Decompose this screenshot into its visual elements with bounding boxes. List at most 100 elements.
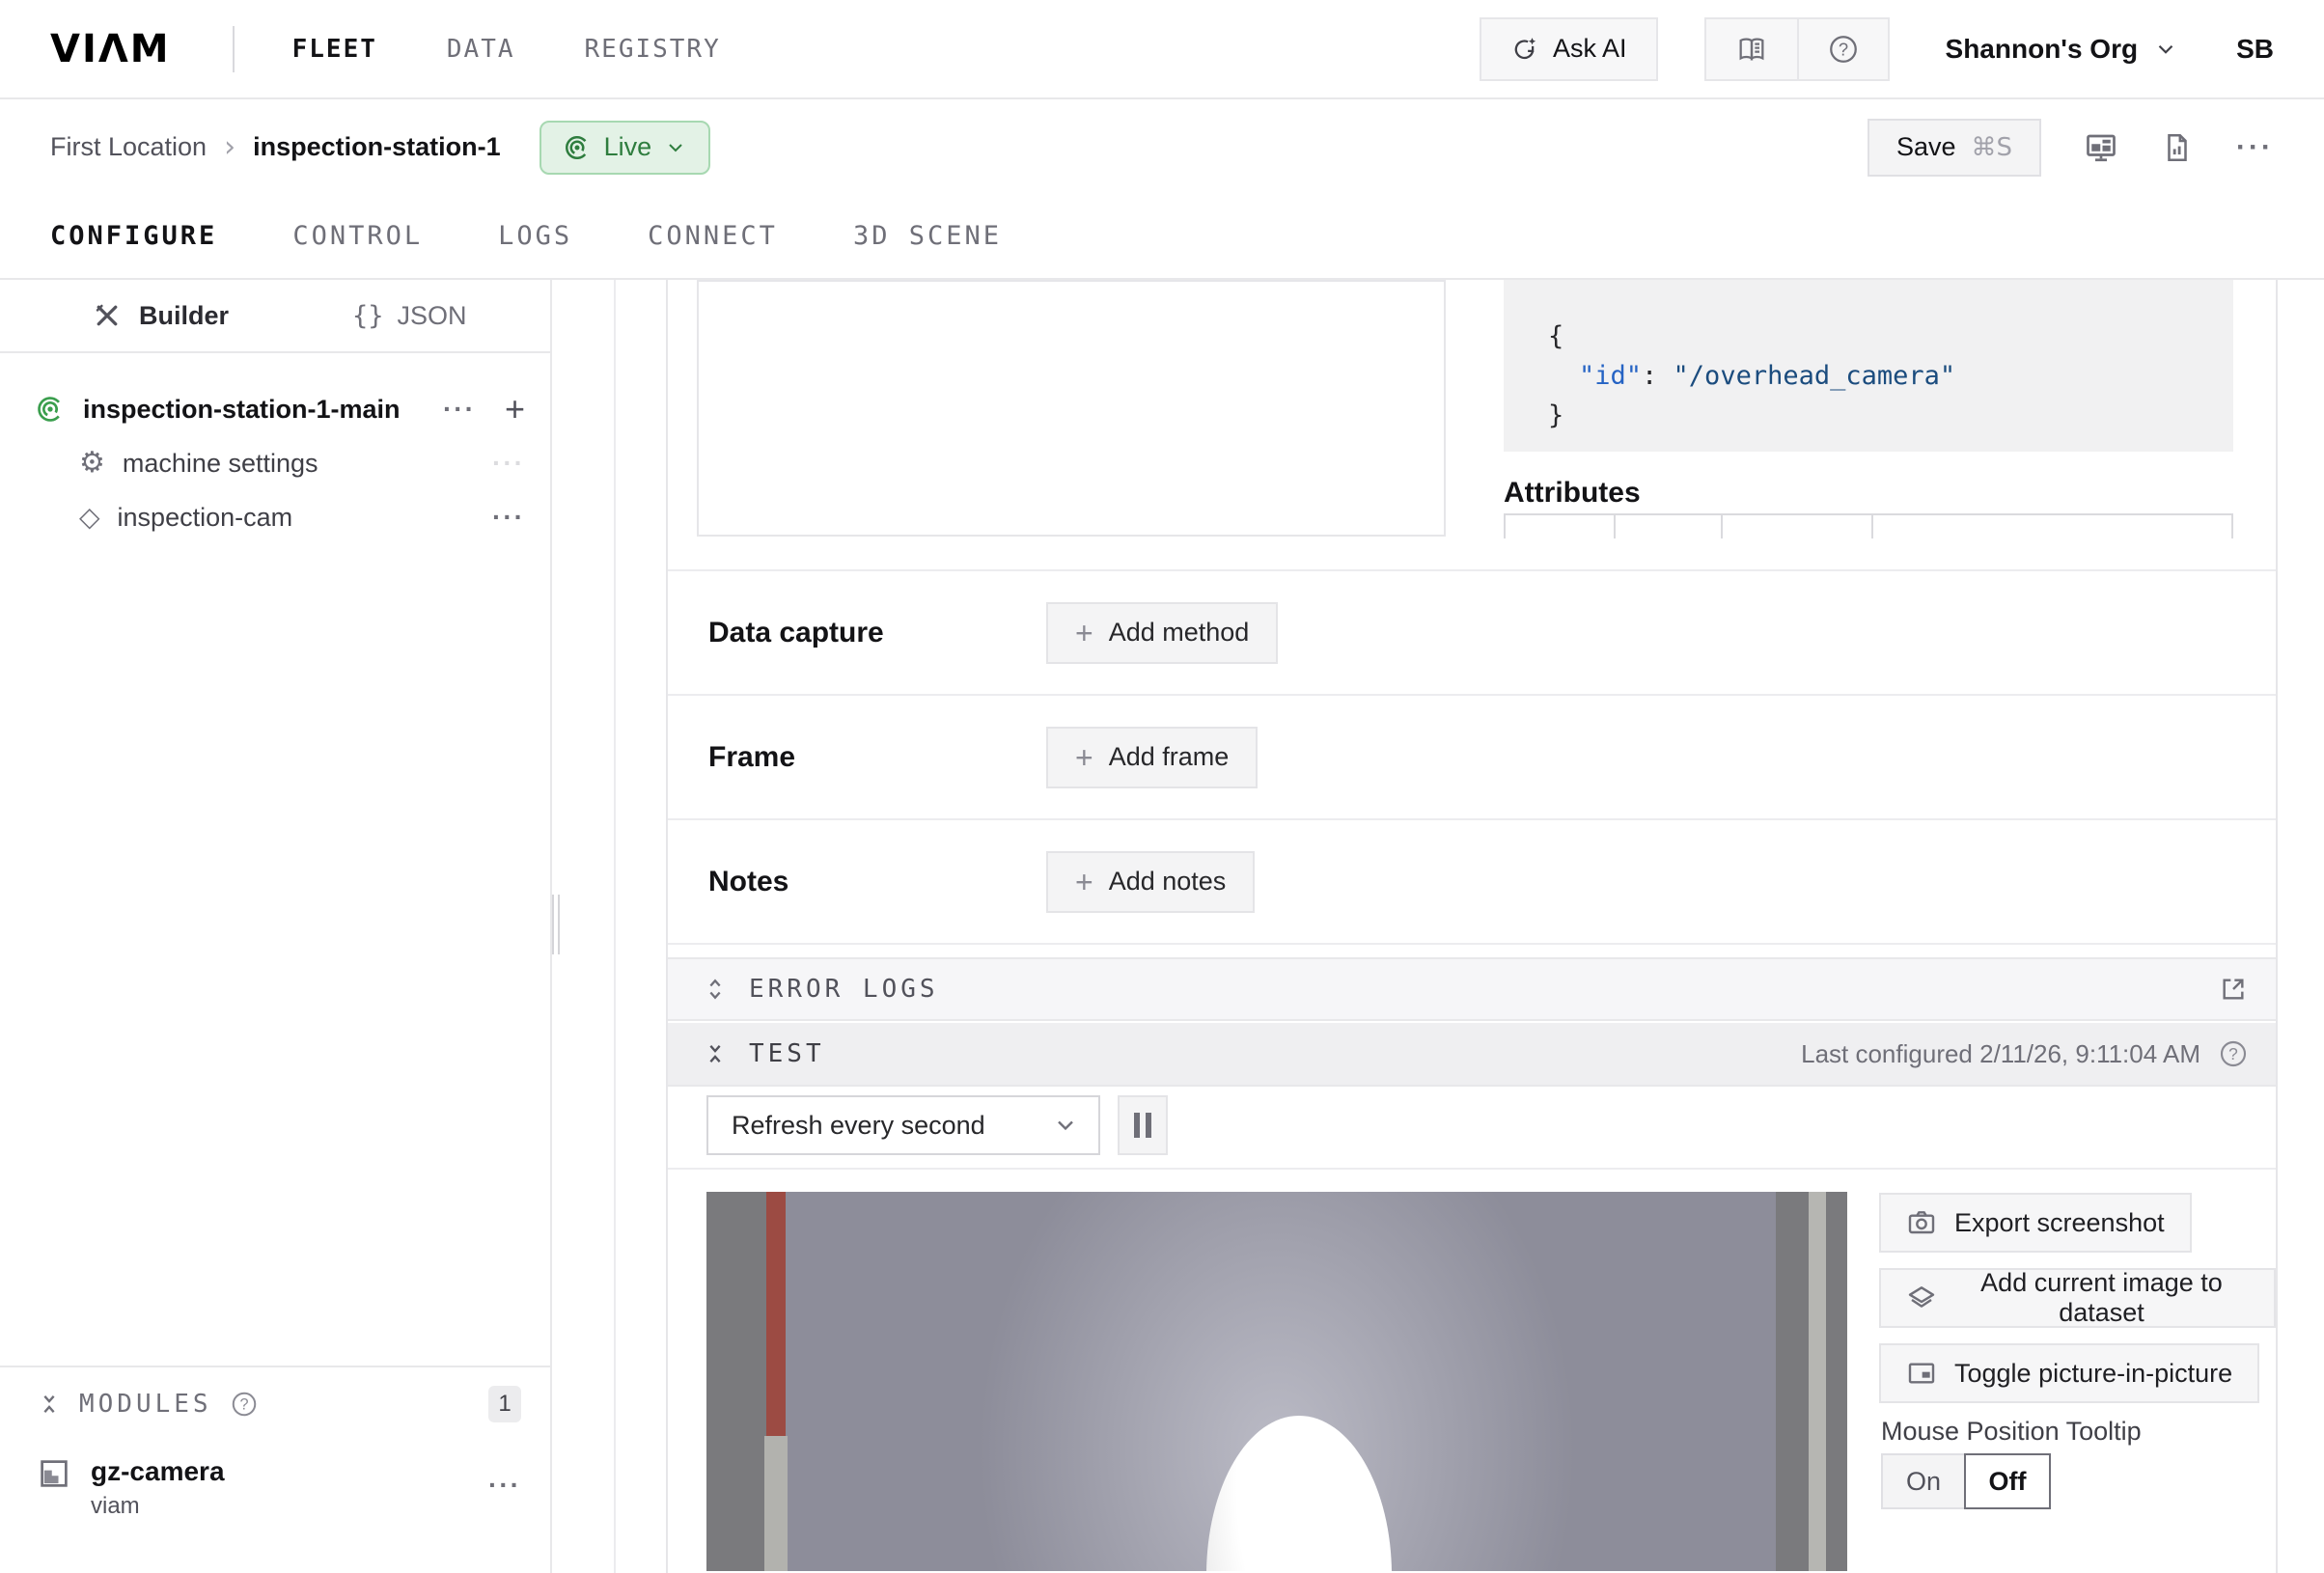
monitor-view-icon[interactable]	[2084, 130, 2118, 165]
breadcrumb-separator-icon: ›	[224, 130, 235, 164]
top-nav-right: Ask AI ? Shannon's O	[1480, 17, 2274, 81]
error-logs-section-header[interactable]: ERROR LOGS	[668, 957, 2276, 1021]
more-menu-icon[interactable]: ···	[492, 502, 525, 533]
toggle-pip-button[interactable]: Toggle picture-in-picture	[1879, 1343, 2259, 1403]
error-logs-label: ERROR LOGS	[749, 975, 939, 1004]
builder-mode-button[interactable]: Builder	[93, 301, 229, 331]
ask-ai-label: Ask AI	[1553, 34, 1627, 64]
attributes-table-cell	[1723, 515, 1873, 538]
tooltip-off-button[interactable]: Off	[1964, 1453, 2051, 1509]
pause-stream-button[interactable]	[1118, 1095, 1168, 1155]
signal-icon	[35, 394, 66, 425]
attributes-table-cell	[1873, 515, 2231, 538]
tools-icon	[93, 301, 122, 330]
component-diamond-icon: ◇	[79, 504, 100, 531]
machine-bar: First Location › inspection-station-1 Li…	[0, 101, 2324, 193]
code-line-open: {	[1548, 317, 2233, 356]
more-menu-icon[interactable]: ···	[443, 394, 476, 425]
tab-3d-scene[interactable]: 3D SCENE	[853, 221, 1002, 251]
export-screenshot-button[interactable]: Export screenshot	[1879, 1193, 2192, 1253]
tree-item-main-part[interactable]: inspection-station-1-main ··· +	[0, 382, 550, 436]
layers-icon	[1906, 1283, 1937, 1313]
viam-logo[interactable]: VIΛM	[50, 27, 171, 71]
attributes-label: Attributes	[1504, 477, 1641, 510]
more-menu-icon[interactable]: ···	[2236, 131, 2274, 164]
expand-icon	[703, 976, 728, 1003]
add-component-icon[interactable]: +	[505, 392, 525, 427]
help-icon[interactable]: ?	[230, 1390, 259, 1419]
test-toolbar-divider	[668, 1168, 2276, 1170]
notes-row: Notes + Add notes	[668, 818, 2276, 943]
add-method-button[interactable]: + Add method	[1046, 602, 1278, 664]
last-configured-text: Last configured 2/11/26, 9:11:04 AM	[1801, 1039, 2200, 1069]
camera-right-stripe	[1809, 1192, 1826, 1571]
json-mode-button[interactable]: {} JSON	[352, 301, 467, 331]
tree-item-inspection-cam[interactable]: ◇ inspection-cam ···	[0, 490, 550, 544]
frame-label: Frame	[668, 741, 1046, 774]
nav-divider	[233, 26, 235, 72]
module-icon	[37, 1456, 71, 1491]
refresh-rate-select[interactable]: Refresh every second	[706, 1095, 1100, 1155]
org-switcher[interactable]: Shannon's Org	[1946, 34, 2179, 65]
picture-in-picture-icon	[1906, 1358, 1937, 1389]
nav-item-fleet[interactable]: FLEET	[292, 35, 377, 64]
breadcrumb-location[interactable]: First Location	[50, 132, 207, 162]
tab-control[interactable]: CONTROL	[292, 221, 423, 251]
panel-divider	[614, 280, 616, 1573]
docs-book-icon[interactable]	[1706, 19, 1797, 79]
component-json-preview[interactable]: { "id": "/overhead_camera" }	[1504, 280, 2233, 452]
tooltip-on-button[interactable]: On	[1881, 1453, 1964, 1509]
save-label: Save	[1896, 132, 1956, 162]
more-menu-icon[interactable]: ···	[488, 1470, 521, 1501]
ask-ai-button[interactable]: Ask AI	[1480, 17, 1658, 81]
user-avatar[interactable]: SB	[2236, 34, 2274, 65]
code-line-close: }	[1548, 396, 2233, 435]
gear-icon: ⚙	[79, 449, 105, 478]
component-config-card: { "id": "/overhead_camera" } Attributes …	[666, 280, 2278, 1573]
tab-connect[interactable]: CONNECT	[648, 221, 778, 251]
json-label: JSON	[398, 301, 467, 331]
more-menu-icon[interactable]: ···	[492, 448, 525, 479]
test-section-header[interactable]: TEST Last configured 2/11/26, 9:11:04 AM…	[668, 1023, 2276, 1087]
camera-red-stripe	[766, 1192, 786, 1436]
nav-item-registry[interactable]: REGISTRY	[585, 35, 721, 64]
nav-item-data[interactable]: DATA	[447, 35, 515, 64]
live-status-badge[interactable]: Live	[540, 121, 711, 175]
camera-left-wall	[706, 1192, 766, 1571]
camera-light-stripe	[764, 1436, 788, 1571]
add-frame-button[interactable]: + Add frame	[1046, 727, 1258, 788]
sidebar-resize-handle[interactable]	[552, 895, 564, 954]
external-link-icon[interactable]	[2218, 974, 2249, 1005]
pause-icon	[1134, 1113, 1140, 1138]
collapse-icon	[703, 1040, 728, 1067]
inspection-cam-label: inspection-cam	[118, 503, 293, 533]
config-sidebar: Builder {} JSON inspection-station-1-mai…	[0, 280, 552, 1573]
help-icon[interactable]: ?	[2218, 1038, 2249, 1069]
svg-text:?: ?	[239, 1396, 248, 1414]
tab-configure[interactable]: CONFIGURE	[50, 221, 217, 251]
attributes-table-cell	[1616, 515, 1723, 538]
machine-bar-actions: Save ⌘S ···	[1868, 119, 2274, 177]
save-button[interactable]: Save ⌘S	[1868, 119, 2041, 177]
machine-tabs: CONFIGURE CONTROL LOGS CONNECT 3D SCENE	[0, 193, 2324, 280]
add-to-dataset-button[interactable]: Add current image to dataset	[1879, 1268, 2276, 1328]
signal-icon	[563, 133, 592, 162]
chevron-down-icon	[2153, 37, 2178, 62]
history-document-icon[interactable]	[2161, 131, 2194, 164]
modules-header[interactable]: MODULES ? 1	[0, 1367, 550, 1441]
module-item-gz-camera[interactable]: gz-camera viam ···	[0, 1441, 550, 1520]
tab-logs[interactable]: LOGS	[498, 221, 572, 251]
modules-count-badge: 1	[488, 1386, 521, 1422]
refresh-rate-value: Refresh every second	[732, 1111, 985, 1141]
attributes-table-cell	[1506, 515, 1616, 538]
module-name: gz-camera	[91, 1456, 225, 1487]
add-notes-button[interactable]: + Add notes	[1046, 851, 1255, 913]
camera-stream-view[interactable]	[706, 1192, 1847, 1571]
help-icon[interactable]: ?	[1797, 19, 1888, 79]
attributes-table	[1504, 513, 2233, 538]
ai-refresh-sparkle-icon	[1510, 35, 1539, 64]
tree-item-machine-settings[interactable]: ⚙ machine settings ···	[0, 436, 550, 490]
mouse-tooltip-toggle: On Off	[1881, 1453, 2051, 1509]
frame-row: Frame + Add frame	[668, 694, 2276, 818]
chevron-down-icon	[1052, 1112, 1079, 1139]
